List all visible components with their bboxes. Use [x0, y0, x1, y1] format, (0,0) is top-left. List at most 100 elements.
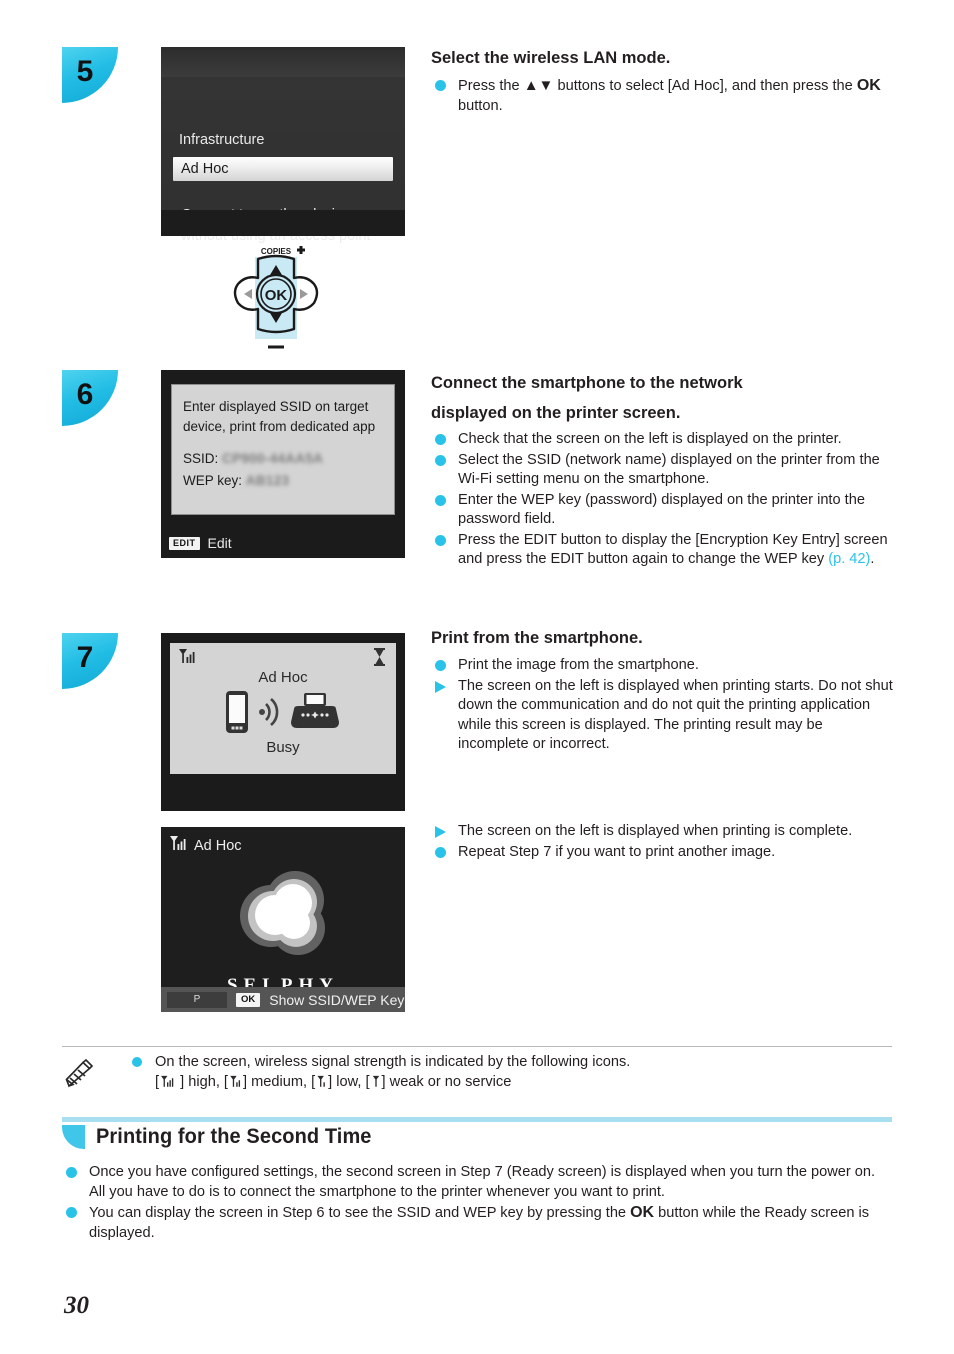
list-item: Print the image from the smartphone.	[431, 656, 896, 676]
bullet-text: Press the ▲▼ buttons to select [Ad Hoc],…	[458, 77, 881, 114]
list-item: Press the ▲▼ buttons to select [Ad Hoc],…	[431, 76, 896, 116]
page-number: 30	[64, 1292, 89, 1319]
signal-medium-icon	[230, 1075, 241, 1087]
printer-screen-printing-busy: Ad Hoc Busy	[161, 633, 405, 811]
signal-low-icon	[317, 1075, 326, 1087]
pencil-icon	[62, 1053, 122, 1096]
ssid-value: CP900-44AA5A	[222, 451, 324, 466]
step-badge-6-number: 6	[76, 378, 94, 411]
bullet-text-main: Press the EDIT button to display the [En…	[458, 531, 888, 568]
ready-screen-mode-label: Ad Hoc	[194, 837, 242, 854]
edit-softkey-label: Edit	[207, 535, 232, 551]
note-content: On the screen, wireless signal strength …	[122, 1053, 892, 1096]
section-header: Printing for the Second Time	[62, 1124, 392, 1149]
bullet-text: Repeat Step 7 if you want to print anoth…	[458, 843, 776, 860]
step-badge-6: 6	[62, 370, 118, 426]
signal-strength-high-icon	[169, 835, 187, 856]
edit-key-badge[interactable]: EDIT	[169, 536, 200, 550]
busy-screen-title: Ad Hoc	[258, 669, 308, 686]
copies-label: COPIES	[261, 247, 292, 256]
bullet-dot-icon	[132, 1057, 142, 1067]
page-reference-link[interactable]: (p. 42)	[828, 551, 870, 567]
ssid-message-line1: Enter displayed SSID on target	[183, 399, 369, 414]
dpad-control-illustration: COPIES OK	[222, 243, 330, 353]
note-block: On the screen, wireless signal strength …	[62, 1053, 892, 1096]
ok-button-reference: OK	[630, 1204, 655, 1221]
bullet-dot-icon	[66, 1167, 77, 1178]
selphy-logo: SELPHY	[161, 860, 405, 997]
step-7-bullets-2: The screen on the left is displayed when…	[431, 822, 896, 862]
ssid-info-panel: Enter displayed SSID on target device, p…	[171, 384, 395, 515]
bullet-triangle-icon	[435, 680, 446, 693]
printer-screen-ready-selphy: Ad Hoc SELPHY P OK Show SSID/WEP Key	[161, 827, 405, 1012]
list-item: The screen on the left is displayed when…	[431, 677, 896, 755]
wep-value: AB123	[245, 473, 290, 488]
bullet-dot-icon	[435, 434, 446, 445]
printer-screen-wireless-lan-mode: Infrastructure Ad Hoc Connect to another…	[161, 47, 405, 244]
section-body: Once you have configured settings, the s…	[62, 1163, 892, 1244]
step-7-heading: Print from the smartphone.	[431, 629, 643, 647]
list-item: Once you have configured settings, the s…	[62, 1163, 892, 1202]
list-item: Enter the WEP key (password) displayed o…	[431, 491, 896, 530]
busy-screen-status: Busy	[266, 739, 300, 756]
bullet-dot-icon	[435, 846, 446, 858]
list-item: The screen on the left is displayed when…	[431, 822, 896, 842]
ok-softkey-badge[interactable]: OK	[236, 992, 261, 1007]
step-6-heading-line1: Connect the smartphone to the network	[431, 374, 743, 392]
bullet-dot-icon	[66, 1207, 77, 1218]
dpad-svg: COPIES OK	[233, 246, 319, 349]
ready-screen-softkey-bar: P OK Show SSID/WEP Key	[161, 987, 405, 1012]
step-5-bullets: Press the ▲▼ buttons to select [Ad Hoc],…	[431, 76, 896, 116]
menu-item-infrastructure[interactable]: Infrastructure	[179, 132, 264, 148]
step-7-text: Print from the smartphone. Print the ima…	[431, 627, 896, 756]
printer-screen-ssid-info: Enter displayed SSID on target device, p…	[161, 370, 405, 558]
list-item: Check that the screen on the left is dis…	[431, 430, 896, 450]
step-6-bullets: Check that the screen on the left is dis…	[431, 430, 896, 570]
bullet-dot-icon	[435, 660, 446, 671]
step-6-text: Connect the smartphone to the network di…	[431, 368, 896, 571]
wep-row: WEP key: AB123	[183, 473, 289, 488]
step-5-heading: Select the wireless LAN mode.	[431, 49, 671, 67]
wireless-wave-icon	[258, 695, 280, 734]
signal-high-icon	[161, 1075, 174, 1087]
bullet-text: You can display the screen in Step 6 to …	[89, 1204, 869, 1241]
left-arrow-icon	[244, 289, 252, 299]
bullet-text: Print the image from the smartphone.	[458, 657, 699, 673]
note-signal-legend: [ ] high, [] medium, [] low, [] weak or …	[155, 1073, 512, 1090]
bullet-dot-icon	[435, 454, 446, 466]
section-rule	[62, 1117, 892, 1122]
bullet-text: The screen on the left is displayed when…	[458, 677, 893, 753]
bullet-text: Enter the WEP key (password) displayed o…	[458, 491, 865, 528]
screen-top-band	[161, 47, 405, 77]
step-badge-7: 7	[62, 633, 118, 689]
note-bullets: On the screen, wireless signal strength …	[128, 1053, 892, 1092]
note-line1: On the screen, wireless signal strength …	[155, 1054, 631, 1070]
step-6-heading-line2: displayed on the printer screen.	[431, 404, 681, 422]
bullet-text-part1: You can display the screen in Step 6 to …	[89, 1205, 631, 1221]
section-bullets: Once you have configured settings, the s…	[62, 1163, 892, 1243]
step-badge-5: 5	[62, 47, 118, 103]
step-7-text-complete: The screen on the left is displayed when…	[431, 822, 896, 863]
menu-item-ad-hoc-selected[interactable]: Ad Hoc	[173, 157, 393, 181]
ok-button-label: OK	[265, 287, 288, 304]
bullet-dot-icon	[435, 80, 446, 91]
note-divider	[62, 1046, 892, 1047]
ssid-message-line2: device, print from dedicated app	[183, 419, 376, 434]
bullet-text: Press the EDIT button to display the [En…	[458, 531, 888, 568]
list-item: You can display the screen in Step 6 to …	[62, 1203, 892, 1243]
list-item: Press the EDIT button to display the [En…	[431, 531, 896, 570]
bullet-text: Once you have configured settings, the s…	[89, 1164, 876, 1200]
step-badge-7-number: 7	[76, 641, 94, 674]
step-6-heading: Connect the smartphone to the network di…	[431, 368, 896, 428]
bullet-dot-icon	[435, 534, 446, 546]
wep-label: WEP key:	[183, 473, 243, 488]
list-item: Repeat Step 7 if you want to print anoth…	[431, 843, 896, 863]
smartphone-icon	[225, 690, 249, 739]
ready-screen-statusbar: Ad Hoc	[169, 835, 242, 856]
printer-icon	[289, 692, 341, 737]
section-marker-icon	[62, 1124, 85, 1149]
ssid-screen-softkey-bar: EDIT Edit	[161, 528, 405, 558]
p-softkey-badge[interactable]: P	[167, 991, 227, 1008]
step-5-text: Select the wireless LAN mode. Press the …	[431, 47, 896, 117]
busy-panel: Ad Hoc Busy	[170, 643, 396, 774]
